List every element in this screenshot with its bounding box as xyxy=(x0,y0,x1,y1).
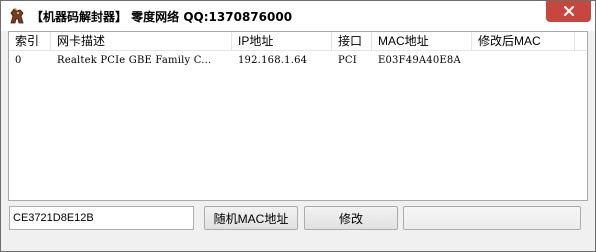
mac-address-input[interactable]: CE3721D8E12B xyxy=(9,206,194,230)
cell-description: Realtek PCIe GBE Family C... xyxy=(57,55,212,66)
cell-interface: PCI xyxy=(338,55,357,66)
horse-icon xyxy=(8,7,26,25)
random-mac-button[interactable]: 随机MAC地址 xyxy=(204,206,298,230)
client-area: 索引 网卡描述 IP地址 接口 MAC地址 修改后MAC 0 Realtek P… xyxy=(8,31,588,245)
column-header-description[interactable]: 网卡描述 xyxy=(51,32,232,50)
app-window: 【机器码解封器】 零度网络 QQ:1370876000 索引 网卡描述 IP地址… xyxy=(0,0,596,252)
column-header-ip[interactable]: IP地址 xyxy=(232,32,332,50)
column-header-mac[interactable]: MAC地址 xyxy=(372,32,472,50)
list-header: 索引 网卡描述 IP地址 接口 MAC地址 修改后MAC xyxy=(9,32,587,51)
cell-index: 0 xyxy=(15,55,22,66)
cell-new-mac xyxy=(472,53,575,69)
cell-mac: E03F49A40E8A xyxy=(378,55,461,66)
column-header-interface[interactable]: 接口 xyxy=(332,32,372,50)
close-button[interactable] xyxy=(546,1,591,22)
adapter-list[interactable]: 索引 网卡描述 IP地址 接口 MAC地址 修改后MAC 0 Realtek P… xyxy=(8,31,588,201)
modify-button[interactable]: 修改 xyxy=(304,206,398,230)
title-bar[interactable]: 【机器码解封器】 零度网络 QQ:1370876000 xyxy=(1,1,595,31)
cell-ip: 192.168.1.64 xyxy=(238,55,308,66)
column-header-new-mac[interactable]: 修改后MAC xyxy=(472,32,575,50)
extra-button[interactable] xyxy=(403,206,581,230)
close-icon xyxy=(563,2,575,21)
window-title: 【机器码解封器】 零度网络 QQ:1370876000 xyxy=(31,10,293,24)
column-header-index[interactable]: 索引 xyxy=(9,32,51,50)
table-row[interactable]: 0 Realtek PCIe GBE Family C... 192.168.1… xyxy=(9,53,587,69)
